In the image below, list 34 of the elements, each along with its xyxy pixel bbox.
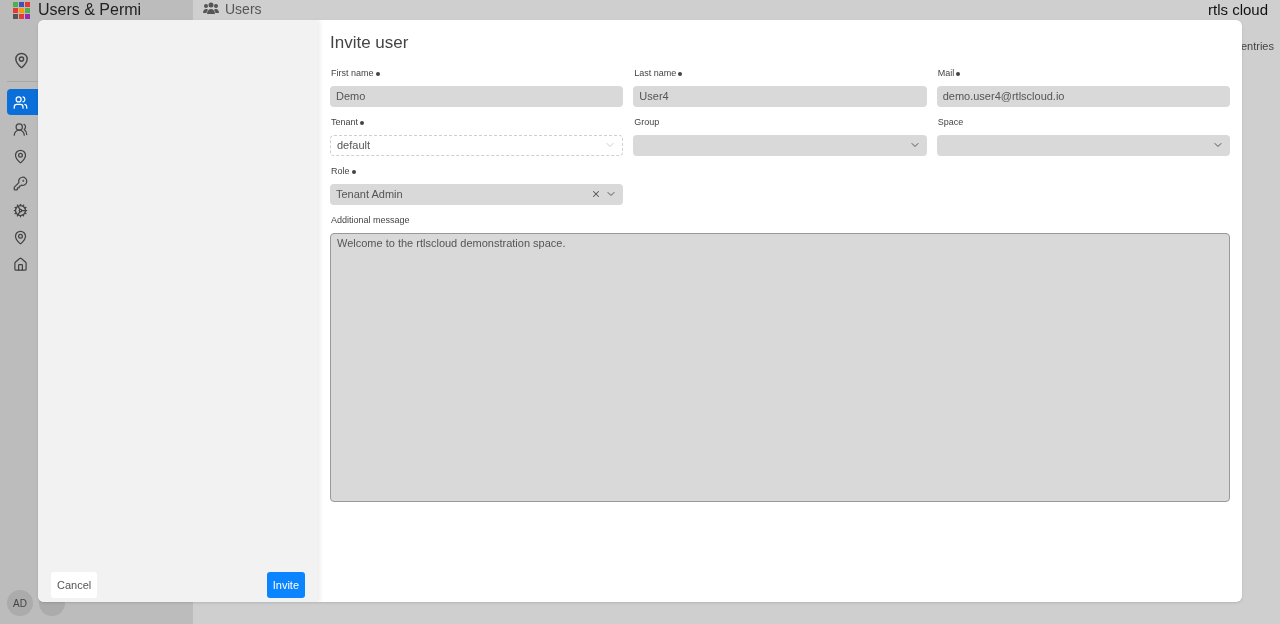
page-title: Users	[225, 2, 262, 16]
logo: rtls cloud	[1207, 2, 1268, 17]
select-field[interactable]	[633, 134, 927, 156]
field-label: Mail	[937, 66, 955, 80]
text-field[interactable]: demo.user4@rtlscloud.io	[936, 85, 1230, 107]
apps-grid-icon	[13, 2, 30, 19]
app-title: Users & Permi	[38, 2, 142, 18]
sidebar-icon	[13, 175, 28, 191]
entries-label: entries	[1240, 39, 1274, 54]
field-label: Role	[331, 164, 350, 178]
sidebar-icon	[13, 148, 28, 164]
clear-icon[interactable]	[591, 189, 602, 199]
text-field[interactable]: User4	[633, 85, 927, 107]
field-label: Tenant	[331, 115, 359, 129]
text-field[interactable]: Demo	[330, 85, 624, 107]
avatar[interactable]: AD	[7, 590, 33, 616]
users-icon	[203, 2, 219, 15]
field-label: Last name	[634, 66, 677, 80]
invite-button[interactable]: Invite	[266, 572, 305, 598]
message-field[interactable]: Welcome to the rtlscloud demonstration space.	[330, 232, 1230, 502]
field-label: Space	[937, 115, 964, 129]
sidebar-icon	[13, 256, 28, 272]
sidebar-icon	[13, 121, 28, 137]
field-label: Additional message	[330, 213, 411, 227]
select-field[interactable]: Tenant Admin	[330, 183, 624, 205]
sidebar-icon	[13, 94, 28, 110]
cancel-button[interactable]: Cancel	[51, 572, 98, 598]
location-icon[interactable]	[13, 52, 30, 69]
field-label: First name	[331, 66, 374, 80]
field-label: Group	[634, 115, 660, 129]
sidebar-icon	[13, 202, 28, 218]
sidebar-icon	[13, 229, 28, 245]
dialog-title: Invite user	[330, 32, 410, 54]
select-field[interactable]	[936, 134, 1230, 156]
